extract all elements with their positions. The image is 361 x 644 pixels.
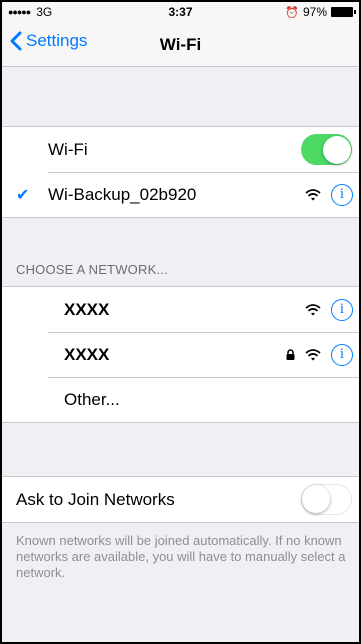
ask-join-row: Ask to Join Networks [2, 477, 359, 522]
status-bar: ●●●●● 3G 3:37 ⏰ 97% [2, 2, 359, 22]
wifi-group: Wi-Fi ✔ Wi-Backup_02b920 i [2, 126, 359, 218]
connected-network-name: Wi-Backup_02b920 [48, 184, 197, 204]
checkmark-icon: ✔ [16, 186, 30, 204]
info-button[interactable]: i [331, 298, 353, 321]
info-button[interactable]: i [331, 343, 353, 366]
wifi-signal-icon [305, 348, 321, 361]
wifi-toggle-label: Wi-Fi [48, 139, 88, 159]
network-section-header: CHOOSE A NETWORK... [16, 262, 168, 277]
page-title: Wi-Fi [159, 35, 202, 54]
network-list: XXXX i XXXX i Other... [2, 286, 359, 423]
toggle-knob [302, 485, 330, 513]
wifi-signal-icon [305, 188, 321, 201]
network-icons: i [305, 183, 353, 206]
wifi-toggle-row: Wi-Fi [2, 127, 359, 172]
toggle-knob [322, 135, 351, 164]
wifi-signal-icon [305, 303, 321, 316]
network-icons: i [305, 298, 353, 321]
alarm-icon: ⏰ [285, 6, 299, 19]
battery-area: ⏰ 97% [285, 5, 356, 19]
network-icons: i [286, 343, 353, 366]
lock-icon [286, 349, 295, 360]
navigation-bar: Settings Wi-Fi [2, 22, 359, 67]
network-name: XXXX [64, 299, 110, 319]
ask-join-toggle-switch[interactable] [301, 484, 352, 515]
other-network-row[interactable]: Other... [2, 377, 359, 422]
network-name: XXXX [64, 344, 110, 364]
connected-network-row[interactable]: ✔ Wi-Backup_02b920 i [2, 172, 359, 217]
wifi-toggle-switch[interactable] [301, 134, 352, 165]
other-network-label: Other... [64, 389, 120, 409]
phone-screen: ●●●●● 3G 3:37 ⏰ 97% Settings Wi-Fi Wi-Fi… [0, 0, 361, 644]
info-button[interactable]: i [331, 183, 353, 206]
ask-join-label: Ask to Join Networks [16, 489, 175, 509]
battery-icon [331, 7, 356, 17]
ask-join-group: Ask to Join Networks [2, 476, 359, 523]
ask-join-footer: Known networks will be joined automatica… [16, 533, 346, 580]
network-row[interactable]: XXXX i [2, 332, 359, 377]
battery-percent: 97% [302, 5, 327, 19]
network-row[interactable]: XXXX i [2, 287, 359, 332]
